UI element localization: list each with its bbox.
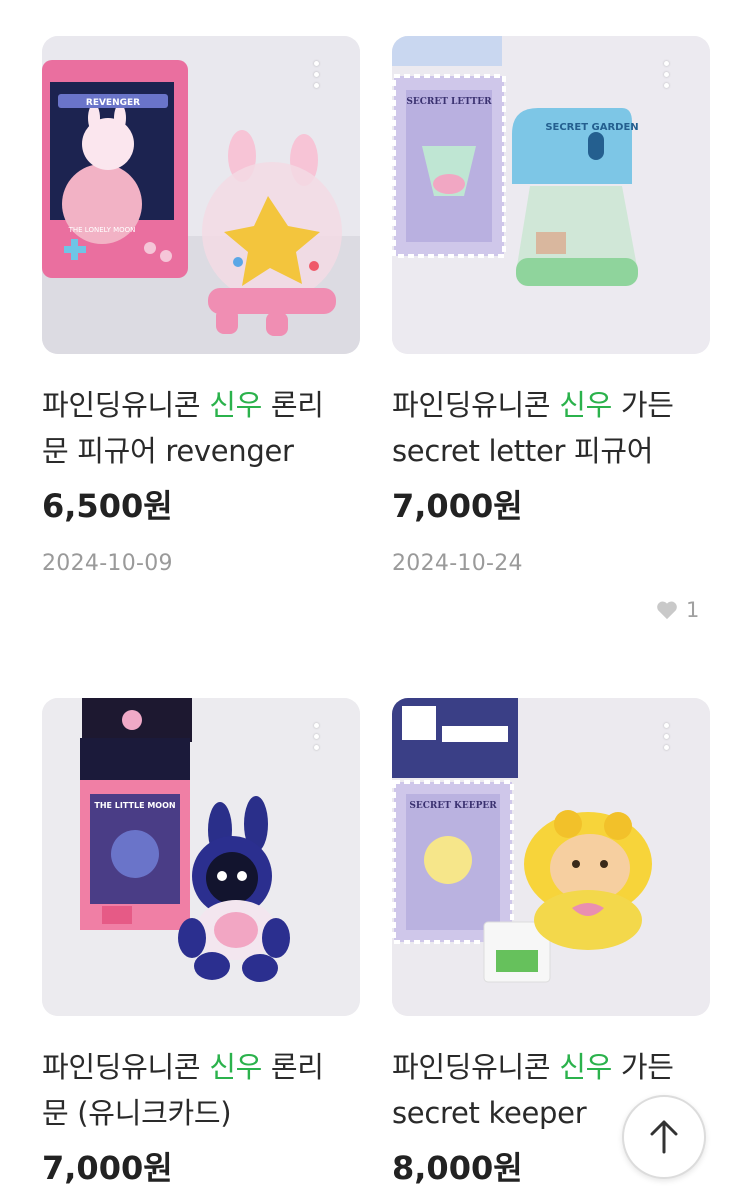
title-line1-suffix: 론리 xyxy=(261,388,324,422)
listing-card-2[interactable]: SECRET LETTER SECRET GARDEN 파인딩유니콘 신우 가든… xyxy=(392,36,710,578)
title-prefix: 파인딩유니콘 xyxy=(392,1050,560,1084)
title-line2: 문 피규어 revenger xyxy=(42,434,294,468)
like-count-value: 1 xyxy=(686,598,700,622)
more-vertical-icon xyxy=(313,722,319,728)
scroll-to-top-button[interactable] xyxy=(622,1095,706,1179)
listing-price: 6,500원 xyxy=(42,487,173,525)
listing-date: 2024-10-09 xyxy=(42,551,173,576)
image-card-footer: THE LONELY MOON xyxy=(68,226,136,234)
title-line2: 문 (유니크카드) xyxy=(42,1096,232,1130)
more-vertical-icon xyxy=(313,60,319,66)
listing-card-3[interactable]: THE LITTLE MOON 파인딩유니콘 신우 론리 문 (유니크카드) 7 xyxy=(42,698,360,1188)
title-line1-suffix: 론리 xyxy=(261,1050,324,1084)
image-card-title: SECRET LETTER xyxy=(406,97,492,107)
more-options-button[interactable] xyxy=(652,718,680,754)
listing-title[interactable]: 파인딩유니콘 신우 가든 secret letter 피규어 xyxy=(392,382,710,474)
more-options-button[interactable] xyxy=(302,718,330,754)
title-highlight: 신우 xyxy=(559,388,612,422)
listing-price: 7,000원 xyxy=(392,487,523,525)
image-card-title: SECRET KEEPER xyxy=(409,801,497,811)
like-count[interactable]: 1 xyxy=(656,598,699,622)
title-line2: secret letter 피규어 xyxy=(392,434,654,468)
title-line1-suffix: 가든 xyxy=(611,388,674,422)
listing-image-1[interactable]: REVENGER THE LONELY MOON xyxy=(42,36,360,354)
more-options-button[interactable] xyxy=(652,56,680,92)
listing-title[interactable]: 파인딩유니콘 신우 론리 문 피규어 revenger xyxy=(42,382,360,474)
title-line1-suffix: 가든 xyxy=(611,1050,674,1084)
more-options-button[interactable] xyxy=(302,56,330,92)
more-vertical-icon xyxy=(663,60,669,66)
listing-card-1[interactable]: REVENGER THE LONELY MOON 파인딩유니콘 신우 론리 문 … xyxy=(42,36,360,578)
listing-price: 7,000원 xyxy=(42,1149,173,1187)
title-highlight: 신우 xyxy=(209,388,262,422)
heart-icon xyxy=(657,601,677,620)
image-card-title: THE LITTLE MOON xyxy=(94,801,175,810)
title-prefix: 파인딩유니콘 xyxy=(392,388,560,422)
image-card-title: REVENGER xyxy=(86,98,140,108)
listing-image-2[interactable]: SECRET LETTER SECRET GARDEN xyxy=(392,36,710,354)
title-line2: secret keeper xyxy=(392,1096,587,1130)
listing-image-3[interactable]: THE LITTLE MOON xyxy=(42,698,360,1016)
title-prefix: 파인딩유니콘 xyxy=(42,388,210,422)
listing-image-4[interactable]: SECRET KEEPER xyxy=(392,698,710,1016)
more-vertical-icon xyxy=(663,722,669,728)
arrow-up-icon xyxy=(650,1120,678,1154)
title-highlight: 신우 xyxy=(209,1050,262,1084)
title-highlight: 신우 xyxy=(559,1050,612,1084)
listing-date: 2024-10-24 xyxy=(392,551,523,576)
title-prefix: 파인딩유니콘 xyxy=(42,1050,210,1084)
image-sign-text: SECRET GARDEN xyxy=(545,122,638,133)
listing-title[interactable]: 파인딩유니콘 신우 론리 문 (유니크카드) xyxy=(42,1044,360,1136)
